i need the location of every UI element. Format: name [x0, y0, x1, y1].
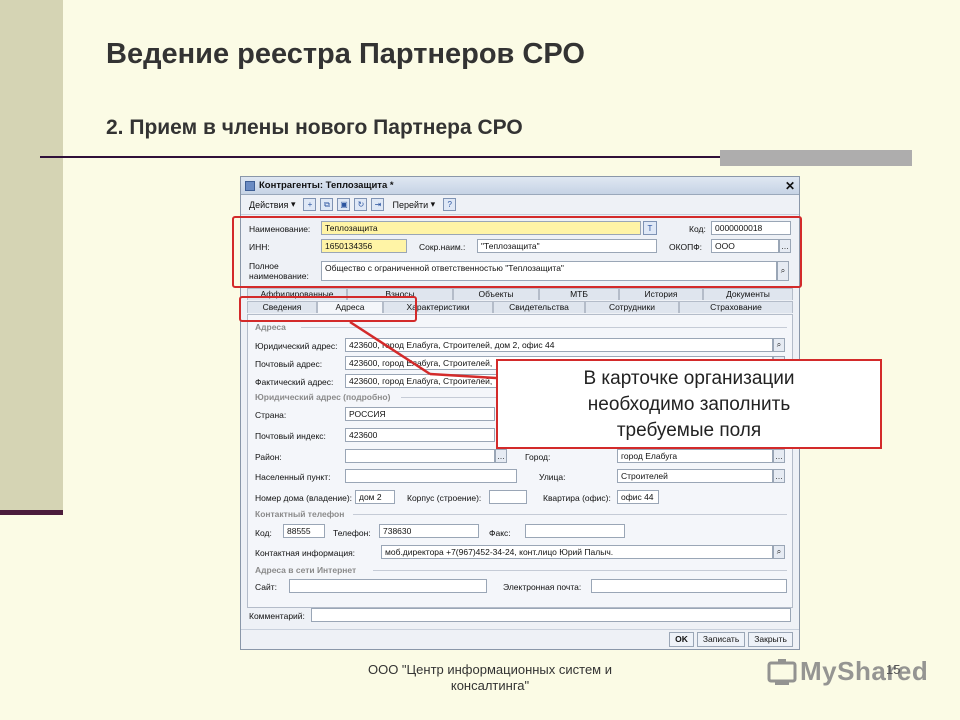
callout-line-2: необходимо заполнить: [587, 394, 791, 415]
callout-line-3: требуемые поля: [616, 420, 762, 441]
footer-line-1: ООО "Центр информационных систем и: [367, 662, 612, 677]
instruction-callout: В карточке организации необходимо заполн…: [496, 359, 882, 449]
watermark-text: MyShared: [800, 656, 929, 686]
watermark: MyShared: [766, 656, 928, 687]
page-number: 15: [886, 662, 901, 677]
callout-line-1: В карточке организации: [583, 368, 795, 389]
watermark-logo-icon: [767, 658, 797, 685]
footer: ООО "Центр информационных систем и конса…: [330, 662, 650, 694]
footer-line-2: консалтинга": [450, 678, 530, 693]
slide: Ведение реестра Партнеров СРО 2. Прием в…: [0, 0, 960, 720]
